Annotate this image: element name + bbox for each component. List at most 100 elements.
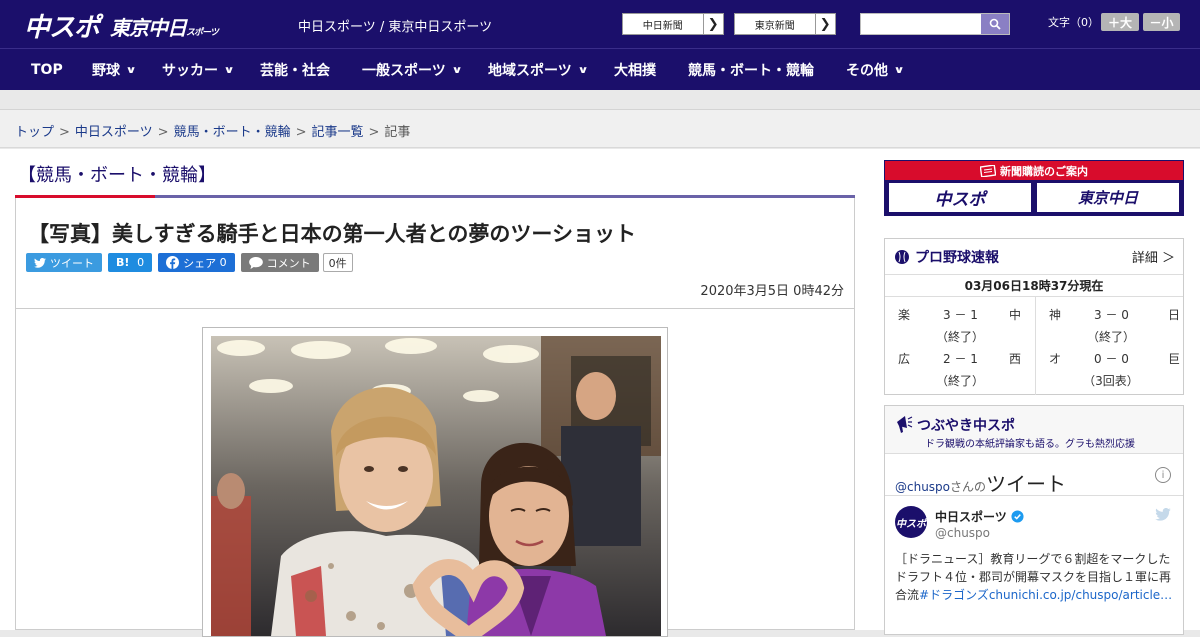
article-card: 【写真】美しすぎる騎手と日本の第一人者との夢のツーショット ツイート B! 0 … — [15, 198, 855, 637]
subscription-promo-heading: 新聞購読のご案内 — [885, 161, 1183, 180]
share-buttons: ツイート B! 0 シェア 0 コメント 0件 — [26, 253, 353, 273]
nav-item-sumo[interactable]: 大相撲 — [614, 49, 656, 91]
search-button[interactable] — [981, 14, 1009, 34]
info-icon[interactable]: i — [1155, 467, 1171, 483]
tweet-account[interactable]: 中日スポーツ — [935, 508, 1024, 525]
tweet-item[interactable]: 中スポ 中日スポーツ @chuspo ［ドラニュース］教育リーグで６割超をマーク… — [885, 496, 1183, 636]
nav-item-other-label: その他 — [846, 63, 888, 79]
chevron-down-icon: ∨ — [223, 64, 235, 76]
nav-item-soccer[interactable]: サッカー ∨ — [162, 49, 235, 91]
breadcrumb-separator: > — [59, 125, 70, 140]
game-row[interactable]: 神 3 － 0 日 — [1036, 306, 1186, 326]
tweet-button[interactable]: ツイート — [26, 253, 102, 272]
megaphone-icon — [897, 416, 913, 433]
jockeys-photo-illustration — [211, 336, 661, 636]
nav-item-racing[interactable]: 競馬・ボート・競輪 — [688, 49, 814, 91]
game-score: 3 － 1 — [943, 308, 978, 322]
nav-item-baseball[interactable]: 野球 ∨ — [92, 49, 137, 91]
scores-grid: 楽 3 － 1 中 （終了） 広 2 － 1 西 （終了） 神 3 － 0 日 — [885, 297, 1183, 395]
twitter-widget-heading: ツイート — [986, 472, 1067, 496]
tokyo-chunichi-logo-small: スポーツ — [186, 28, 219, 38]
font-smaller-button[interactable]: －小 — [1143, 13, 1180, 31]
twitter-handle-link[interactable]: @chuspo — [895, 480, 950, 494]
twitter-bird-icon — [1155, 508, 1171, 521]
tokyo-chunichi-subscribe-button[interactable]: 東京中日 — [1037, 183, 1179, 212]
game-row[interactable]: 広 2 － 1 西 — [885, 350, 1035, 370]
breadcrumb: トップ > 中日スポーツ > 競馬・ボート・競輪 > 記事一覧 > 記事 — [0, 110, 1200, 148]
nav-item-local-sports-label: 地域スポーツ — [488, 63, 572, 79]
hatena-count: 0 — [137, 256, 145, 269]
game-status-row: （終了） — [1036, 328, 1186, 348]
scores-column-right: 神 3 － 0 日 （終了） オ 0 － 0 巨 （3回表） — [1035, 297, 1185, 395]
game-status: （終了） — [1086, 330, 1135, 344]
tokyo-shimbun-label: 東京新聞 — [735, 14, 816, 34]
nav-item-other[interactable]: その他 ∨ — [846, 49, 905, 91]
site-name[interactable]: 中日スポーツ / 東京中日スポーツ — [298, 16, 492, 35]
twitter-handle-suffix: さんの — [950, 480, 987, 494]
comment-label: コメント — [266, 256, 311, 270]
baseball-details-link[interactable]: 詳細 ＞ — [1132, 247, 1175, 266]
search-field[interactable] — [860, 13, 1010, 35]
breadcrumb-separator: > — [295, 125, 307, 140]
nav-item-entertainment[interactable]: 芸能・社会 — [260, 49, 330, 91]
nav-item-top[interactable]: TOP — [31, 49, 63, 91]
game-status-row: （3回表） — [1036, 372, 1186, 392]
game-status: （終了） — [935, 374, 984, 388]
hatena-icon: B! — [116, 256, 130, 269]
speech-bubble-icon — [248, 256, 263, 269]
verified-badge-icon — [1011, 510, 1024, 523]
tweet-account-handle: @chuspo — [935, 526, 991, 540]
article-date: 2020年3月5日 0時42分 — [700, 284, 844, 299]
tokyo-chunichi-logo-main: 東京中日 — [110, 16, 187, 40]
chunichi-shimbun-button[interactable]: 中日新聞 ❯ — [622, 13, 724, 35]
game-row[interactable]: 楽 3 － 1 中 — [885, 306, 1035, 326]
tokyo-shimbun-button[interactable]: 東京新聞 ❯ — [734, 13, 836, 35]
subscription-promo[interactable]: 新聞購読のご案内 中スポ 東京中日 — [884, 160, 1184, 216]
tokyo-chunichi-logo[interactable]: 東京中日スポーツ — [110, 12, 219, 41]
facebook-share-count: 0 — [219, 256, 227, 269]
spacer-band — [0, 90, 1200, 110]
hatena-bookmark-button[interactable]: B! 0 — [108, 253, 153, 272]
baseball-icon — [895, 249, 909, 264]
game-row[interactable]: オ 0 － 0 巨 — [1036, 350, 1186, 370]
game-away-team: 日 — [1168, 308, 1181, 322]
breadcrumb-racing[interactable]: 競馬・ボート・競輪 — [174, 125, 291, 140]
nav-item-soccer-label: サッカー — [162, 63, 218, 79]
comment-button[interactable]: コメント — [240, 253, 319, 272]
article-photo-frame — [202, 327, 668, 637]
breadcrumb-chuspo[interactable]: 中日スポーツ — [75, 125, 153, 140]
breadcrumb-top[interactable]: トップ — [15, 125, 54, 140]
baseball-scores-title: プロ野球速報 — [915, 249, 999, 266]
nav-item-general-sports-label: 一般スポーツ — [362, 63, 446, 79]
global-nav: TOP 野球 ∨ サッカー ∨ 芸能・社会 一般スポーツ ∨ 地域スポーツ ∨ 大相撲 … — [0, 48, 1200, 90]
breadcrumb-article-list[interactable]: 記事一覧 — [312, 125, 364, 140]
tweet-link[interactable]: #ドラゴンズchunichi.co.jp/chuspo/article… — [919, 588, 1172, 602]
chevron-down-icon: ∨ — [893, 64, 905, 76]
newspaper-icon — [980, 164, 996, 177]
chuspo-subscribe-button[interactable]: 中スポ — [889, 183, 1031, 212]
avatar[interactable]: 中スポ — [895, 506, 927, 538]
chevron-down-icon: ∨ — [577, 64, 589, 76]
nav-item-entertainment-label: 芸能・社会 — [260, 63, 330, 79]
facebook-share-button[interactable]: シェア 0 — [158, 253, 235, 272]
twitter-widget-header: @chuspoさんのツイート i — [885, 454, 1183, 496]
game-status: （3回表） — [1083, 374, 1139, 388]
nav-item-local-sports[interactable]: 地域スポーツ ∨ — [488, 49, 589, 91]
game-status: （終了） — [935, 330, 984, 344]
chuspo-logo[interactable]: 中スポ — [24, 7, 100, 44]
nav-item-general-sports[interactable]: 一般スポーツ ∨ — [362, 49, 462, 91]
font-larger-button[interactable]: ＋大 — [1101, 13, 1139, 31]
breadcrumb-separator: > — [157, 125, 169, 140]
facebook-icon — [166, 256, 180, 269]
game-home-team: 神 — [1049, 308, 1062, 322]
nav-item-racing-label: 競馬・ボート・競輪 — [688, 63, 814, 79]
game-score: 0 － 0 — [1094, 352, 1129, 366]
twitter-widget-title: @chuspoさんのツイート — [895, 468, 1066, 497]
tweets-title: つぶやき中スポ — [917, 418, 1015, 434]
subscription-promo-text: 新聞購読のご案内 — [1000, 164, 1088, 178]
breadcrumb-separator: > — [368, 125, 380, 140]
chevron-down-icon: ∨ — [125, 64, 137, 76]
article-photo[interactable] — [211, 336, 661, 636]
game-status-row: （終了） — [885, 328, 1035, 348]
tweets-header: つぶやき中スポ ドラ観戦の本紙評論家も語る。グラも熱烈応援 — [885, 406, 1183, 454]
